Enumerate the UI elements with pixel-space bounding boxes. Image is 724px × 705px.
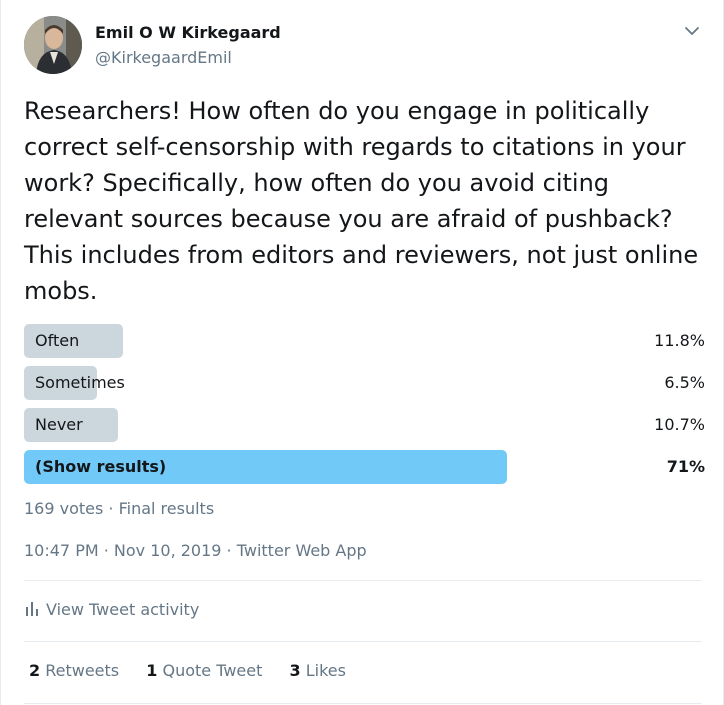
quotes-stat[interactable]: 1 Quote Tweet <box>146 661 262 680</box>
poll-summary: 169 votes · Final results <box>24 499 215 518</box>
author-handle[interactable]: @KirkegaardEmil <box>95 48 232 67</box>
poll-option: Often 11.8% <box>24 324 705 358</box>
meta-separator: · <box>221 541 237 560</box>
likes-count: 3 <box>289 661 301 680</box>
likes-stat[interactable]: 3 Likes <box>289 661 345 680</box>
retweets-count: 2 <box>29 661 41 680</box>
avatar[interactable] <box>24 16 82 74</box>
chevron-down-icon[interactable] <box>683 22 701 40</box>
poll-option-percent: 11.8% <box>654 331 705 350</box>
tweet-card: Emil O W Kirkegaard @KirkegaardEmil Rese… <box>0 0 724 705</box>
poll-option-label: Never <box>35 415 83 434</box>
poll-option-label: Sometimes <box>35 373 125 392</box>
poll-option-percent: 6.5% <box>664 373 705 392</box>
view-activity-link[interactable]: View Tweet activity <box>24 600 199 619</box>
tweet-stats: 2 Retweets 1 Quote Tweet 3 Likes <box>29 661 368 680</box>
tweet-timestamp[interactable]: 10:47 PM · Nov 10, 2019 <box>24 541 221 560</box>
view-activity-label: View Tweet activity <box>46 600 200 619</box>
tweet-meta: 10:47 PM · Nov 10, 2019 · Twitter Web Ap… <box>24 541 367 560</box>
tweet-text: Researchers! How often do you engage in … <box>24 97 699 305</box>
bar-chart-icon <box>26 602 38 616</box>
poll-option: Sometimes 6.5% <box>24 366 705 400</box>
divider <box>24 641 702 642</box>
poll-option-percent: 10.7% <box>654 415 705 434</box>
divider <box>24 580 702 581</box>
poll-option: Never 10.7% <box>24 408 705 442</box>
retweets-label: Retweets <box>45 661 120 680</box>
poll: Often 11.8% Sometimes 6.5% Never 10.7% (… <box>24 324 705 492</box>
poll-option-winning: (Show results) 71% <box>24 450 705 484</box>
tweet-source[interactable]: Twitter Web App <box>237 541 367 560</box>
avatar-image <box>24 16 82 74</box>
poll-option-label: Often <box>35 331 80 350</box>
poll-option-label: (Show results) <box>35 457 167 476</box>
author-name[interactable]: Emil O W Kirkegaard <box>95 23 281 42</box>
likes-label: Likes <box>305 661 346 680</box>
divider <box>24 703 702 704</box>
quotes-count: 1 <box>146 661 158 680</box>
quotes-label: Quote Tweet <box>162 661 263 680</box>
poll-option-percent: 71% <box>666 457 705 476</box>
retweets-stat[interactable]: 2 Retweets <box>29 661 119 680</box>
